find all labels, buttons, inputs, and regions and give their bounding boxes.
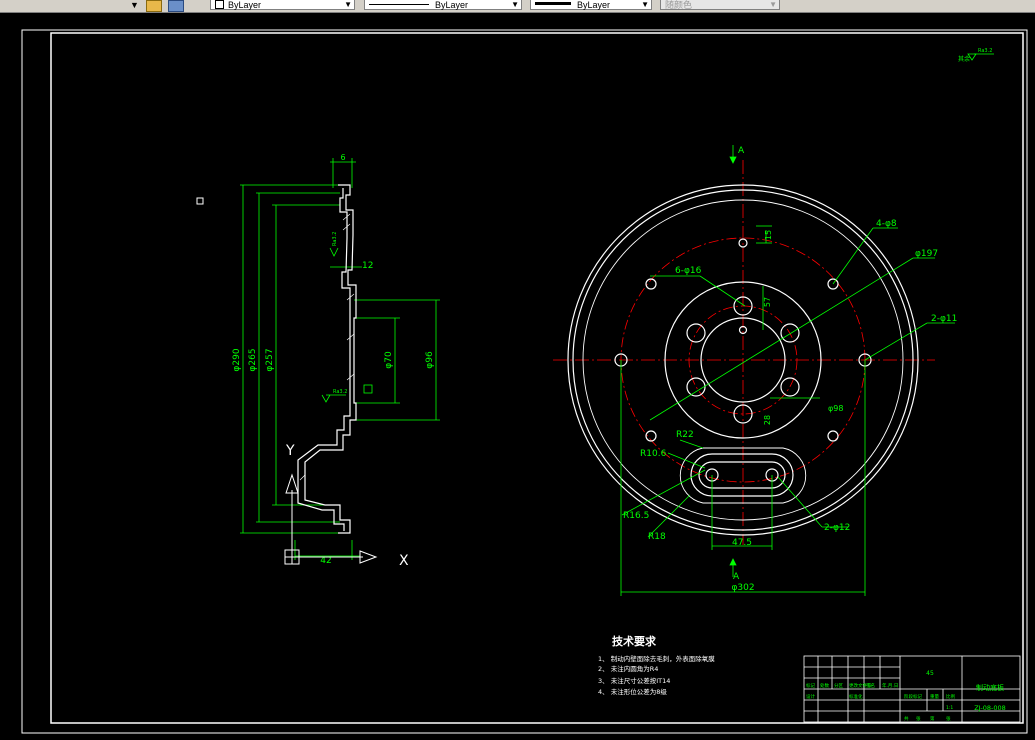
color-swatch-icon: [215, 0, 224, 9]
linetype-combo[interactable]: ByLayer ▼: [364, 0, 522, 10]
svg-text:A: A: [733, 572, 740, 582]
svg-text:重量: 重量: [930, 693, 939, 700]
svg-text:张: 张: [916, 715, 921, 722]
svg-text:28: 28: [763, 415, 772, 425]
ucs-icon: [284, 473, 378, 565]
svg-text:1、 制动内壁面除去毛刺，外表面除氧膜: 1、 制动内壁面除去毛刺，外表面除氧膜: [598, 654, 715, 663]
svg-text:技术要求: 技术要求: [612, 634, 657, 648]
svg-text:处数: 处数: [820, 682, 829, 689]
svg-text:φ96: φ96: [425, 351, 435, 369]
svg-text:2-φ11: 2-φ11: [931, 314, 957, 324]
svg-text:张: 张: [946, 715, 951, 722]
svg-text:第: 第: [930, 715, 935, 722]
svg-text:比例: 比例: [946, 693, 955, 700]
svg-text:15: 15: [764, 230, 773, 240]
lineweight-combo[interactable]: ByLayer ▼: [530, 0, 652, 10]
chevron-down-icon: ▼: [641, 0, 649, 9]
svg-text:R18: R18: [648, 532, 666, 542]
svg-text:2-φ12: 2-φ12: [824, 523, 850, 533]
svg-text:2、 未注内圆角为R4: 2、 未注内圆角为R4: [598, 664, 658, 673]
svg-text:45: 45: [926, 670, 934, 677]
svg-text:1:1: 1:1: [946, 705, 953, 711]
svg-text:47.5: 47.5: [732, 538, 752, 548]
front-view: A A 4-φ8 φ197 6-φ16 2-φ11 15 57 φ98 28 R…: [553, 145, 957, 596]
chevron-down-icon: ▼: [511, 0, 519, 9]
svg-text:ZJ-08-008: ZJ-08-008: [974, 704, 1006, 712]
svg-text:标记: 标记: [806, 682, 815, 689]
drawing-canvas[interactable]: 其余 Ra3.2 φ290 φ265 φ257 φ70 φ96 6 12 42 …: [0, 12, 1035, 735]
svg-text:3、 未注尺寸公差按IT14: 3、 未注尺寸公差按IT14: [598, 676, 670, 685]
svg-text:Ra3.2: Ra3.2: [333, 389, 347, 395]
title-block: 标记 处数 分区 更改文件号 签名 年.月.日 设计 标准化 阶段标记 重量 比…: [803, 655, 1021, 723]
svg-text:R22: R22: [676, 430, 694, 440]
svg-text:φ302: φ302: [731, 583, 754, 593]
svg-text:X: X: [399, 553, 409, 569]
svg-text:签名: 签名: [866, 682, 875, 689]
plotstyle-combo: 随颜色 ▼: [660, 0, 780, 10]
svg-text:制动底板: 制动底板: [976, 683, 1004, 692]
svg-text:φ257: φ257: [265, 348, 275, 371]
svg-text:φ197: φ197: [915, 249, 938, 259]
surface-roughness-symbol: 其余 Ra3.2: [958, 48, 994, 63]
svg-text:φ70: φ70: [384, 351, 394, 369]
svg-text:Ra3.2: Ra3.2: [978, 48, 992, 54]
sheet-outer-border: [21, 29, 1028, 734]
svg-text:共: 共: [904, 715, 909, 722]
svg-text:57: 57: [763, 297, 772, 307]
lineweight-preview: [535, 2, 571, 5]
svg-text:R16.5: R16.5: [623, 511, 649, 521]
chevron-down-icon: ▼: [769, 0, 777, 9]
svg-text:φ290: φ290: [232, 348, 242, 371]
linetype-preview: [369, 4, 429, 5]
svg-text:4-φ8: 4-φ8: [876, 219, 897, 229]
svg-text:阶段标记: 阶段标记: [904, 693, 922, 700]
technical-notes: 技术要求 1、 制动内壁面除去毛刺，外表面除氧膜 2、 未注内圆角为R4 3、 …: [598, 634, 715, 696]
dropdown-arrow-icon[interactable]: ▼: [130, 0, 139, 11]
svg-text:分区: 分区: [834, 682, 843, 689]
svg-text:Y: Y: [285, 443, 295, 459]
svg-text:A: A: [738, 146, 745, 156]
svg-text:6-φ16: 6-φ16: [675, 266, 702, 276]
layer-states-icon[interactable]: [146, 0, 162, 12]
svg-text:年.月.日: 年.月.日: [882, 682, 898, 689]
svg-text:6: 6: [340, 153, 345, 162]
sheet-inner-border: [50, 32, 1024, 724]
svg-text:标准化: 标准化: [849, 693, 863, 700]
svg-text:φ98: φ98: [828, 404, 843, 413]
svg-text:4、 未注形位公差为8级: 4、 未注形位公差为8级: [598, 687, 667, 696]
section-view: φ290 φ265 φ257 φ70 φ96 6 12 42 Ra3.2 Ra3…: [232, 153, 440, 569]
color-combo[interactable]: ByLayer ▼: [210, 0, 355, 10]
pick-box: [196, 197, 204, 205]
svg-text:设计: 设计: [806, 693, 815, 700]
svg-text:Ra3.2: Ra3.2: [332, 232, 338, 246]
svg-text:12: 12: [362, 261, 373, 271]
chevron-down-icon: ▼: [344, 0, 352, 9]
svg-text:φ265: φ265: [248, 348, 258, 371]
layer-previous-icon[interactable]: [168, 0, 184, 12]
svg-text:R10.6: R10.6: [640, 449, 667, 459]
svg-text:其余: 其余: [958, 55, 970, 63]
